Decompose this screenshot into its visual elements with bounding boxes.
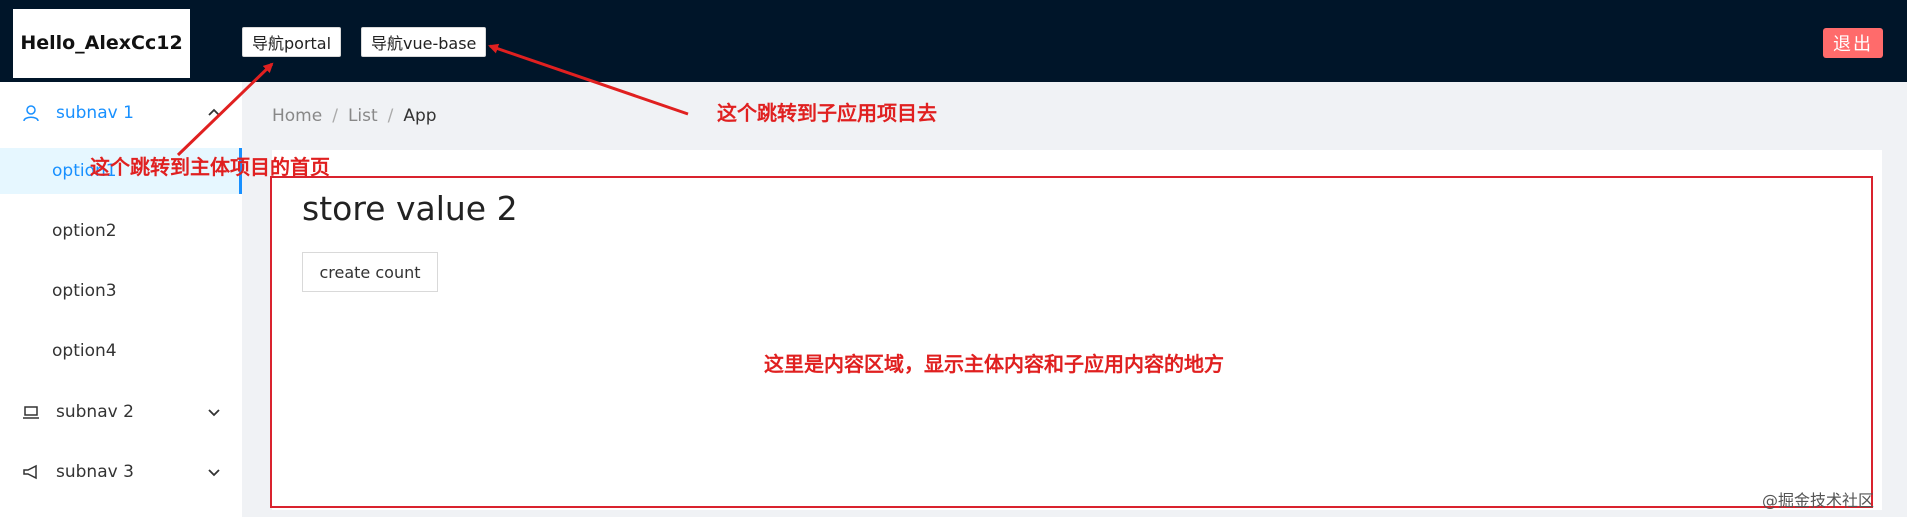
chevron-down-icon	[208, 469, 220, 477]
watermark: @掘金技术社区	[1762, 491, 1875, 510]
chevron-up-icon	[208, 108, 220, 116]
breadcrumb-home[interactable]: Home	[272, 106, 322, 126]
subnav-2-label: subnav 2	[56, 402, 134, 422]
annotation-sub-app: 这个跳转到子应用项目去	[717, 101, 937, 125]
notification-icon	[23, 464, 37, 480]
nav-vue-base-button[interactable]: 导航vue-base	[361, 27, 487, 57]
sidebar-item-option4[interactable]: option4	[0, 328, 242, 374]
annotation-main-project: 这个跳转到主体项目的首页	[90, 155, 330, 179]
sidebar-item-option3[interactable]: option3	[0, 268, 242, 314]
nav-portal-button[interactable]: 导航portal	[242, 27, 342, 57]
option2-label: option2	[52, 221, 117, 241]
breadcrumb-separator: /	[332, 106, 338, 126]
sidebar: subnav 1 option1 option2 option3 option4…	[0, 82, 242, 517]
subnav-1-label: subnav 1	[56, 103, 134, 123]
logo-text: Hello_AlexCc12	[20, 32, 183, 54]
logo: Hello_AlexCc12	[13, 9, 190, 78]
breadcrumb-app: App	[403, 106, 437, 126]
store-value-title: store value 2	[302, 189, 518, 228]
option4-label: option4	[52, 341, 117, 361]
logout-button[interactable]: 退出	[1823, 28, 1883, 58]
sidebar-subnav-1[interactable]: subnav 1	[0, 85, 242, 141]
user-icon	[23, 105, 39, 122]
sidebar-subnav-3[interactable]: subnav 3	[0, 444, 242, 500]
top-header: Hello_AlexCc12 导航portal 导航vue-base 退出	[0, 0, 1907, 82]
sidebar-subnav-2[interactable]: subnav 2	[0, 384, 242, 440]
annotation-content-area: 这里是内容区域，显示主体内容和子应用内容的地方	[764, 352, 1224, 376]
option3-label: option3	[52, 281, 117, 301]
create-count-button[interactable]: create count	[302, 252, 438, 292]
breadcrumb-separator: /	[387, 106, 394, 126]
laptop-icon	[23, 406, 39, 419]
subnav-3-label: subnav 3	[56, 462, 134, 482]
sidebar-item-option2[interactable]: option2	[0, 208, 242, 254]
breadcrumb: Home / List / App	[272, 106, 437, 126]
breadcrumb-list[interactable]: List	[348, 106, 378, 126]
chevron-down-icon	[208, 409, 220, 417]
